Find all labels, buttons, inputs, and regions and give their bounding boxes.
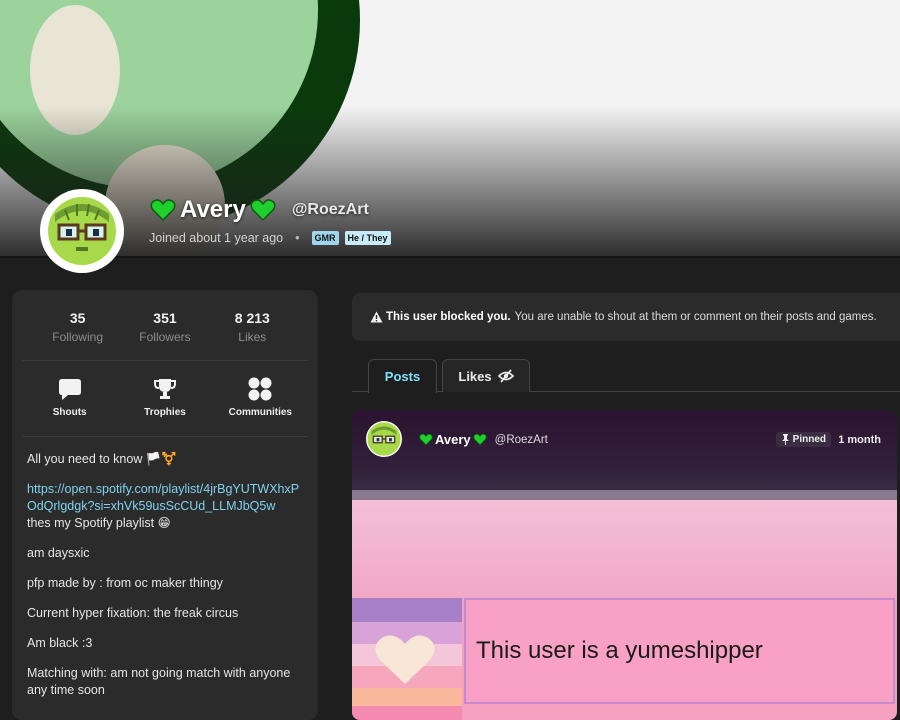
tab-label: Posts [384,369,421,384]
post-author-name[interactable]: Avery [435,432,471,447]
stat-label: Likes [238,330,267,344]
green-heart-icon [250,199,276,222]
stat-value: 8 213 [234,310,270,326]
post-timestamp[interactable]: 1 month [838,434,881,446]
action-label: Shouts [52,407,87,418]
separator-dot: • [295,231,300,245]
action-label: Communities [228,407,292,418]
profile-handle: @RoezArt [291,201,369,218]
pin-icon [781,434,789,445]
profile-name: Avery [180,196,246,223]
badge-gmr: GMR [311,231,339,245]
bio-line: Current hyper fixation: the freak circus [27,606,239,620]
stat-likes[interactable]: 8 213 Likes [212,310,292,360]
stat-value: 35 [69,310,86,326]
stamp-text: This user is a yumeshipper [476,637,763,664]
tab-label: Likes [458,368,492,384]
profile-banner [0,0,900,256]
tab-likes[interactable]: Likes [442,359,530,392]
trophy-icon [120,375,210,403]
pinned-post[interactable]: Avery @RoezArt Pinned 1 month This user … [352,410,897,720]
chat-bubble-icon [25,375,115,403]
avatar-image [366,421,402,457]
warning-icon [370,311,383,323]
bio-line: pfp made by : from oc maker thingy [27,576,223,590]
stat-value: 351 [153,310,177,326]
post-author-row: Avery @RoezArt [419,432,548,447]
joined-text: Joined about 1 year ago [149,231,284,245]
shouts-button[interactable]: Shouts [25,375,115,436]
badge-pronouns: He / They [344,231,391,245]
stat-label: Following [52,330,103,344]
green-heart-icon [419,433,433,446]
spotify-link[interactable]: https://open.spotify.com/playlist/4jrBgY… [27,481,303,515]
profile-bio: All you need to know 🏳️⚧️ https://open.s… [12,437,318,699]
stat-following[interactable]: 35 Following [38,310,118,360]
blocked-notice: This user blocked you. You are unable to… [352,293,900,341]
post-image-pink-area [352,500,897,598]
profile-sidebar: 35 Following 351 Followers 8 213 Likes S… [12,290,318,720]
post-avatar[interactable] [366,421,402,457]
avatar-image [43,192,121,270]
notice-title: This user blocked you. [386,311,511,323]
pinned-badge: Pinned [775,432,831,447]
green-heart-icon [150,199,176,222]
yumeshipper-stamp: This user is a yumeshipper [352,598,897,720]
action-label: Trophies [144,407,186,418]
communities-icon [215,375,305,403]
post-image-top-strip [352,490,897,500]
bio-line: All you need to know 🏳️⚧️ [27,452,177,466]
trophies-button[interactable]: Trophies [120,375,210,436]
bio-line: thes my Spotify playlist 😁 [27,516,171,530]
bio-line: Am black :3 [27,636,93,650]
pinned-label: Pinned [792,434,826,445]
banner-divider [0,256,900,258]
tab-posts[interactable]: Posts [368,359,437,393]
bio-line: Matching with: am not going match with a… [27,666,291,697]
stamp-text-box: This user is a yumeshipper [464,598,895,704]
bio-link-block: https://open.spotify.com/playlist/4jrBgY… [27,481,303,532]
stat-followers[interactable]: 351 Followers [125,310,205,360]
banner-fade [0,106,900,256]
joined-row: Joined about 1 year ago • GMR He / They [149,231,391,245]
post-header: Avery @RoezArt Pinned 1 month [352,410,897,490]
stats-row: 35 Following 351 Followers 8 213 Likes [22,290,308,361]
communities-button[interactable]: Communities [215,375,305,436]
profile-name-row: Avery @RoezArt [150,196,369,224]
post-author-handle[interactable]: @RoezArt [495,434,548,446]
actions-row: Shouts Trophies Communities [22,361,308,437]
stat-label: Followers [139,330,191,344]
green-heart-icon [472,433,487,446]
eye-slash-icon [497,369,514,383]
heart-flag-icon [352,598,462,720]
notice-text: You are unable to shout at them or comme… [514,311,877,323]
bio-line: am daysxic [27,546,90,560]
profile-tabs: Posts Likes [352,359,900,393]
profile-avatar[interactable] [40,189,124,273]
